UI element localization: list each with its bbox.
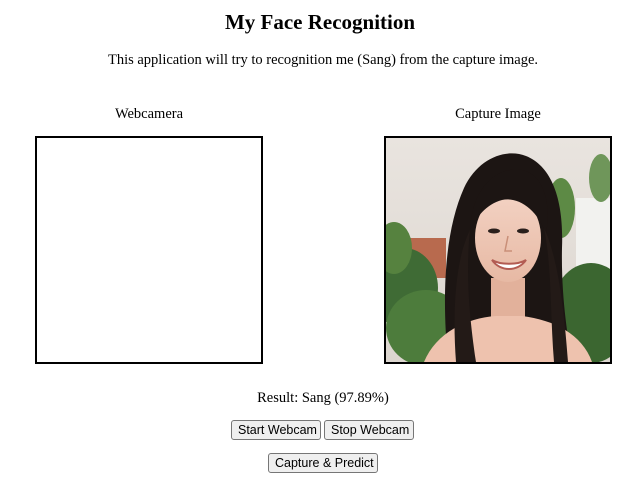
capture-predict-button[interactable]: Capture & Predict [268,453,378,473]
webcam-video-feed [35,136,263,364]
start-webcam-button[interactable]: Start Webcam [231,420,321,440]
capture-image-label: Capture Image [455,106,541,122]
prediction-result: Result: Sang (97.89%) [257,390,389,406]
stop-webcam-button[interactable]: Stop Webcam [324,420,414,440]
page-title: My Face Recognition [224,10,416,34]
webcam-label: Webcamera [114,106,184,122]
page-description: This application will try to recognition… [107,52,539,68]
captured-image [384,136,612,364]
captured-face-photo [386,138,610,362]
